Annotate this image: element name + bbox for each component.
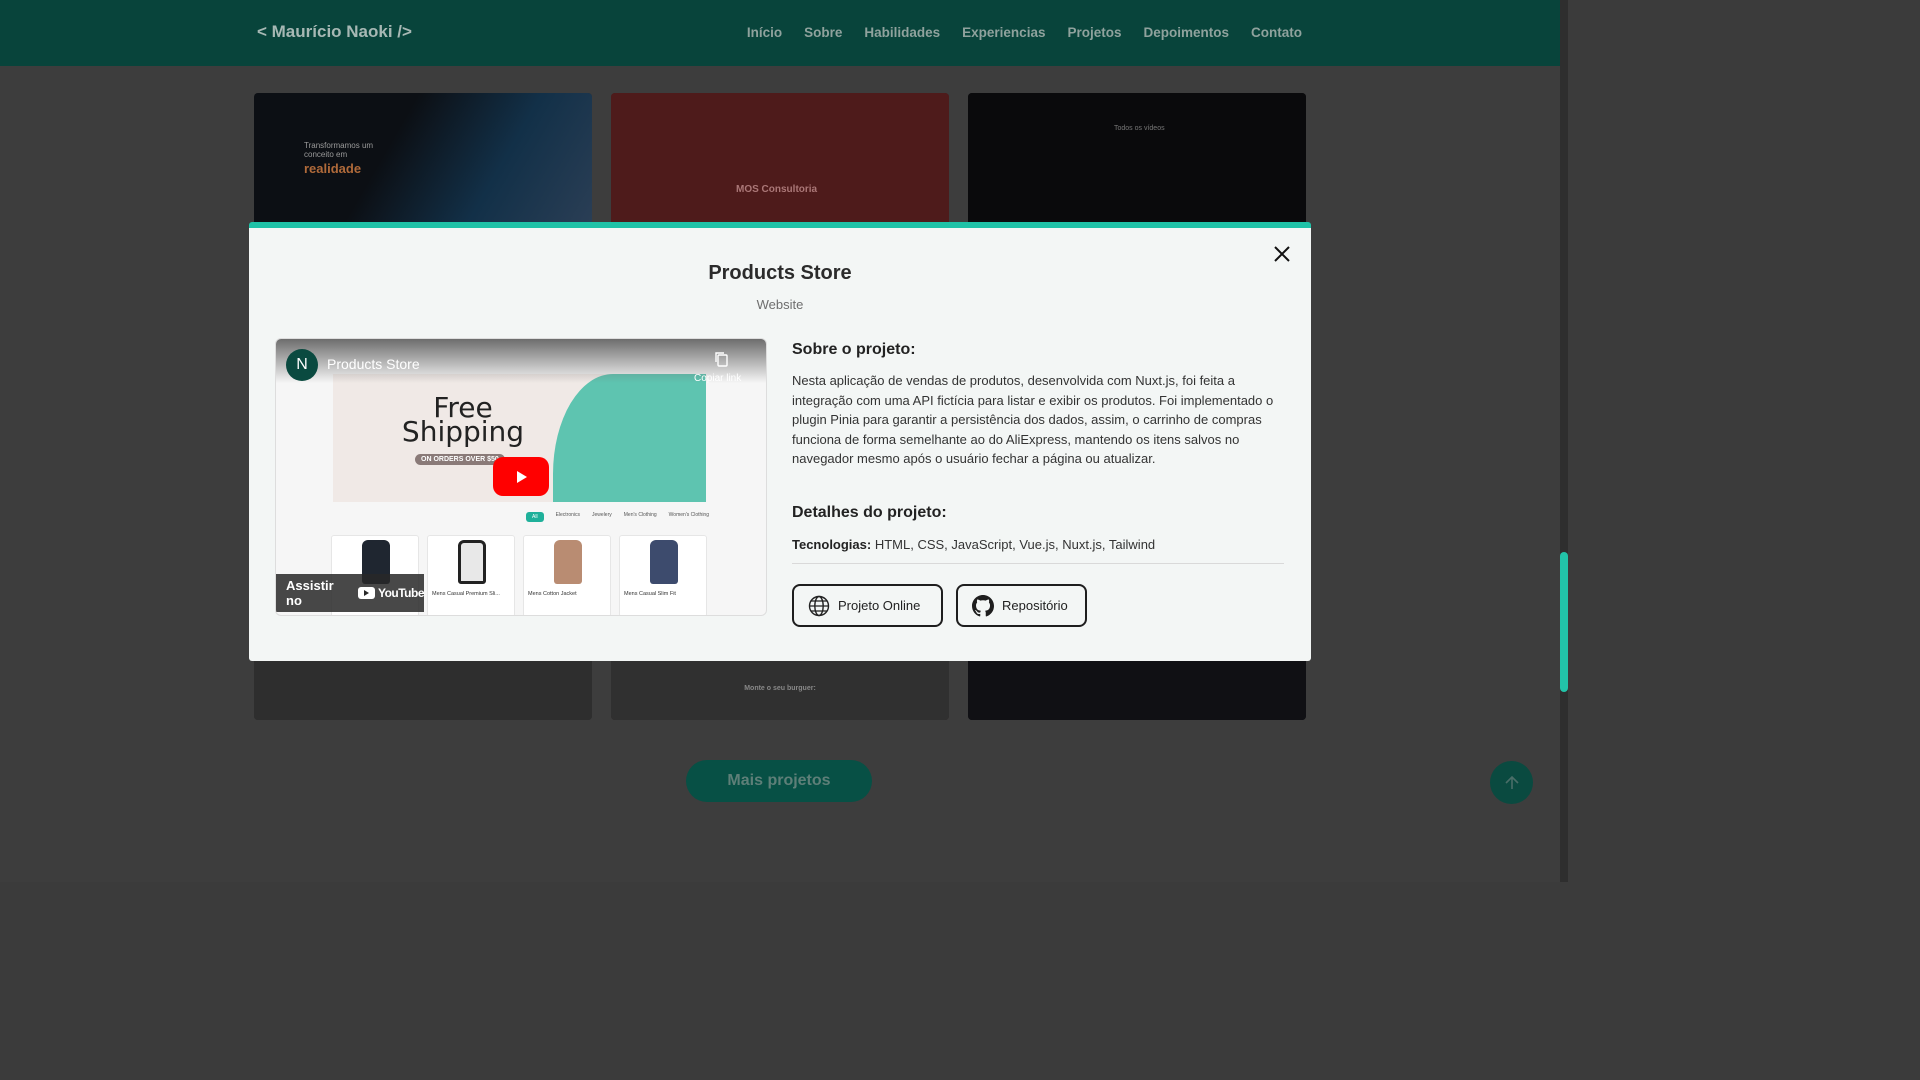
details-heading: Detalhes do projeto: bbox=[792, 504, 947, 521]
card-footer bbox=[968, 660, 1306, 720]
project-thumbnail: Todos os vídeos bbox=[968, 93, 1306, 223]
video-categories: All Electronics Jewelery Men's Clothing … bbox=[526, 512, 709, 522]
nav-link-contato[interactable]: Contato bbox=[1251, 25, 1302, 40]
video-product-card: Mens Casual Premium Sli... bbox=[427, 535, 515, 615]
video-title[interactable]: Products Store bbox=[327, 356, 420, 372]
more-projects-button[interactable]: Mais projetos bbox=[686, 760, 872, 802]
banner-line-2: Shipping bbox=[401, 415, 525, 448]
github-icon bbox=[972, 594, 994, 616]
repository-button[interactable]: Repositório bbox=[956, 584, 1087, 627]
watch-on-youtube[interactable]: Assistir no YouTube bbox=[276, 574, 425, 612]
thumb-title: Todos os vídeos bbox=[1114, 125, 1165, 132]
video-category: All bbox=[526, 512, 544, 522]
video-category: Women's Clothing bbox=[668, 512, 709, 518]
youtube-embed[interactable]: Free Shipping ON ORDERS OVER $50 N Produ… bbox=[275, 338, 767, 616]
close-icon bbox=[1274, 246, 1290, 262]
nav-links: Início Sobre Habilidades Experiencias Pr… bbox=[747, 25, 1302, 40]
product-name: Mens Casual Premium Sli... bbox=[432, 591, 500, 597]
copy-link-label[interactable]: Copiar link bbox=[694, 373, 741, 384]
product-name: Mens Casual Slim Fit bbox=[624, 591, 676, 597]
sweater-image bbox=[650, 540, 678, 584]
play-button[interactable] bbox=[493, 457, 549, 496]
video-category: Electronics bbox=[555, 512, 581, 518]
youtube-wordmark: YouTube bbox=[377, 586, 425, 600]
nav-link-habilidades[interactable]: Habilidades bbox=[864, 25, 940, 40]
nav-link-experiencias[interactable]: Experiencias bbox=[962, 25, 1045, 40]
banner-headline: Free Shipping bbox=[393, 394, 533, 448]
navbar: < Maurício Naoki /> Início Sobre Habilid… bbox=[0, 0, 1560, 66]
about-text: Nesta aplicação de vendas de produtos, d… bbox=[792, 373, 1274, 467]
close-button[interactable] bbox=[1270, 242, 1294, 266]
thumb-burger-text: Monte o seu burguer: bbox=[744, 685, 816, 692]
youtube-logo: YouTube bbox=[357, 586, 425, 600]
youtube-icon bbox=[357, 587, 375, 599]
project-modal: Products Store Website Free Shipping ON … bbox=[249, 222, 1311, 661]
tech-value: HTML, CSS, JavaScript, Vue.js, Nuxt.js, … bbox=[874, 537, 1156, 552]
technologies: Tecnologias: HTML, CSS, JavaScript, Vue.… bbox=[792, 537, 1155, 552]
online-project-label: Projeto Online bbox=[838, 598, 921, 613]
watch-on-label: Assistir no bbox=[286, 578, 334, 608]
nav-link-sobre[interactable]: Sobre bbox=[804, 25, 842, 40]
project-thumbnail: MOS Consultoria bbox=[611, 93, 949, 223]
thumb-highlight: realidade bbox=[304, 161, 362, 176]
thumb-title: MOS Consultoria bbox=[736, 184, 818, 195]
brand-logo[interactable]: < Maurício Naoki /> bbox=[257, 22, 412, 42]
play-icon bbox=[517, 470, 527, 483]
tech-label: Tecnologias: bbox=[792, 537, 872, 552]
card-footer bbox=[254, 660, 592, 720]
scrollbar[interactable] bbox=[1560, 0, 1568, 882]
thumb-headline: Transformamos um conceito em bbox=[304, 141, 374, 159]
video-product-card: Mens Cotton Jacket bbox=[523, 535, 611, 615]
scroll-top-button[interactable] bbox=[1490, 761, 1533, 804]
banner-pill: ON ORDERS OVER $50 bbox=[415, 454, 505, 465]
channel-avatar[interactable]: N bbox=[286, 349, 318, 381]
modal-subtitle: Website bbox=[756, 297, 804, 312]
copy-link-icon[interactable] bbox=[714, 351, 730, 372]
video-category: Men's Clothing bbox=[623, 512, 657, 518]
shirt-image bbox=[458, 540, 486, 584]
project-thumbnail: Transformamos um conceito em realidade bbox=[254, 93, 592, 223]
arrow-up-icon bbox=[1504, 775, 1519, 789]
video-category: Jewelery bbox=[592, 512, 612, 518]
video-product-card: Mens Casual Slim Fit bbox=[619, 535, 707, 615]
divider bbox=[792, 563, 1284, 564]
globe-icon bbox=[808, 595, 830, 616]
online-project-button[interactable]: Projeto Online bbox=[792, 584, 943, 627]
about-heading: Sobre o projeto: bbox=[792, 341, 916, 358]
nav-link-inicio[interactable]: Início bbox=[747, 25, 782, 40]
nav-link-depoimentos[interactable]: Depoimentos bbox=[1143, 25, 1229, 40]
modal-title: Products Store bbox=[708, 262, 852, 284]
product-name: Mens Cotton Jacket bbox=[528, 591, 577, 597]
nav-link-projetos[interactable]: Projetos bbox=[1067, 25, 1121, 40]
scrollbar-thumb[interactable] bbox=[1560, 552, 1568, 692]
jacket-image bbox=[554, 540, 582, 584]
repository-label: Repositório bbox=[1002, 598, 1068, 613]
banner-decoration bbox=[553, 374, 706, 502]
